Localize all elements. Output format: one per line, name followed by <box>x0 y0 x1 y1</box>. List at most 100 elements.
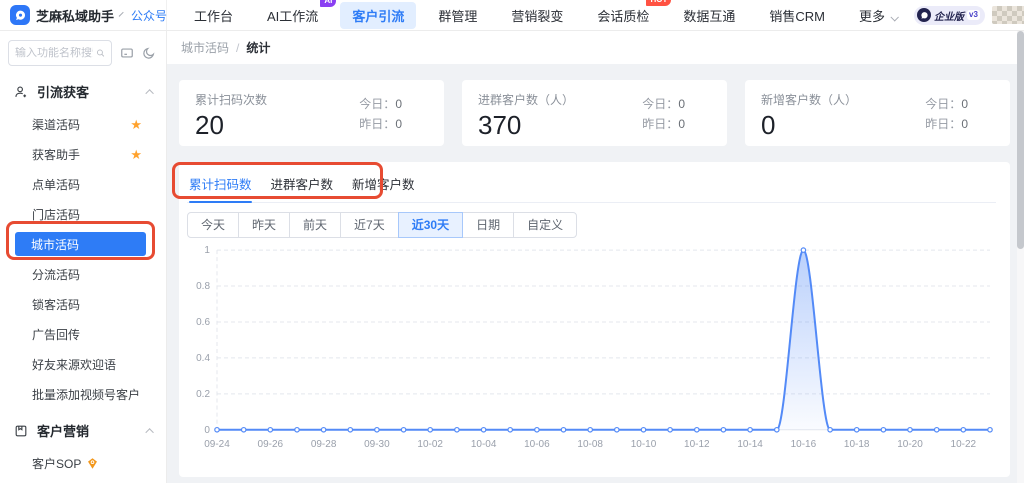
filter-last-7-days[interactable]: 近7天 <box>340 212 399 238</box>
brand-area[interactable]: 芝麻私域助手 公众号 <box>0 0 167 30</box>
moon-icon[interactable] <box>142 46 156 60</box>
sidebar-item-city-qr[interactable]: 城市活码 <box>0 229 166 259</box>
nav-chat-inspection[interactable]: 会话质检HOT <box>585 2 661 29</box>
nav-workbench[interactable]: 工作台 <box>182 2 245 29</box>
svg-text:10-14: 10-14 <box>737 439 763 450</box>
nav-ai-workflow[interactable]: AI工作流AI <box>255 2 330 29</box>
star-icon: ★ <box>130 148 142 161</box>
section-collapse-icon[interactable] <box>145 428 153 436</box>
section-collapse-icon[interactable] <box>145 89 153 97</box>
svg-text:0.8: 0.8 <box>196 281 210 292</box>
svg-text:10-02: 10-02 <box>417 439 443 450</box>
account-type-link[interactable]: 公众号 <box>131 7 167 24</box>
ai-badge: AI <box>320 0 336 7</box>
tab-total-scans[interactable]: 累计扫码数 <box>189 174 252 202</box>
edition-label: 企业版 <box>934 8 964 23</box>
sidebar-item-customer-sop[interactable]: 客户SOP <box>0 448 166 478</box>
svg-text:0: 0 <box>204 425 210 436</box>
sidebar-item-lock-customer-qr[interactable]: 锁客活码 <box>0 289 166 319</box>
header-right: 企业版 v3 <box>914 6 1024 25</box>
sidebar-item-friend-source-welcome[interactable]: 好友来源欢迎语 <box>0 349 166 379</box>
filter-custom[interactable]: 自定义 <box>513 212 577 238</box>
svg-text:10-22: 10-22 <box>951 439 977 450</box>
edition-version: v3 <box>967 10 980 20</box>
nav-data-exchange[interactable]: 数据互通 <box>671 2 747 29</box>
stat-value: 370 <box>478 111 574 140</box>
user-name-redacted <box>992 6 1024 24</box>
stat-title: 累计扫码次数 <box>195 91 267 108</box>
search-input[interactable] <box>15 47 93 59</box>
user-plus-icon <box>14 85 28 99</box>
sidebar-item-store-qr[interactable]: 门店活码 <box>0 199 166 229</box>
breadcrumb-current: 统计 <box>246 39 270 56</box>
filter-day-before[interactable]: 前天 <box>289 212 341 238</box>
tab-new-customers[interactable]: 新增客户数 <box>352 174 415 202</box>
sidebar-section-acquisition[interactable]: 引流获客 <box>0 74 166 109</box>
app-logo-icon <box>10 5 30 25</box>
svg-text:10-18: 10-18 <box>844 439 870 450</box>
section-label: 引流获客 <box>37 82 89 101</box>
svg-text:10-06: 10-06 <box>524 439 550 450</box>
gem-icon <box>86 457 99 470</box>
app-title: 芝麻私域助手 <box>36 6 114 25</box>
stat-card-new-customers: 新增客户数（人） 0 今日：0 昨日：0 <box>745 80 1010 146</box>
filter-last-30-days[interactable]: 近30天 <box>398 212 463 238</box>
date-filter-group: 今天 昨天 前天 近7天 近30天 日期 自定义 <box>187 212 996 238</box>
hot-badge: HOT <box>646 0 671 6</box>
breadcrumb: 城市活码 / 统计 <box>167 31 1024 64</box>
sidebar-item-customer-broadcast[interactable]: 客户群发 <box>0 478 166 483</box>
stat-side: 今日：0 昨日：0 <box>642 94 685 134</box>
svg-text:09-24: 09-24 <box>204 439 230 450</box>
sidebar-item-split-qr[interactable]: 分流活码 <box>0 259 166 289</box>
filter-today[interactable]: 今天 <box>187 212 239 238</box>
svg-text:10-08: 10-08 <box>577 439 603 450</box>
scrollbar-thumb[interactable] <box>1017 31 1024 249</box>
sidebar-search-row <box>0 31 166 74</box>
stat-title: 新增客户数（人） <box>761 91 857 108</box>
sidebar-search-box <box>8 40 112 66</box>
svg-text:09-26: 09-26 <box>258 439 284 450</box>
svg-text:0.6: 0.6 <box>196 317 210 328</box>
sidebar-item-ad-callback[interactable]: 广告回传 <box>0 319 166 349</box>
app-window: 芝麻私域助手 公众号 工作台 AI工作流AI 客户引流 群管理 营销裂变 会话质… <box>0 0 1024 483</box>
star-icon: ★ <box>130 118 142 131</box>
stat-title: 进群客户数（人） <box>478 91 574 108</box>
search-icon <box>96 47 105 59</box>
tab-group-customers[interactable]: 进群客户数 <box>271 174 334 202</box>
stat-card-group-customers: 进群客户数（人） 370 今日：0 昨日：0 <box>462 80 727 146</box>
top-navbar: 芝麻私域助手 公众号 工作台 AI工作流AI 客户引流 群管理 营销裂变 会话质… <box>0 0 1024 31</box>
chart-area: 00.20.40.60.8109-2409-2609-2809-3010-021… <box>187 242 996 459</box>
svg-text:10-16: 10-16 <box>791 439 817 450</box>
sidebar-item-channel-qr[interactable]: 渠道活码 ★ <box>0 109 166 139</box>
filter-yesterday[interactable]: 昨天 <box>238 212 290 238</box>
nav-marketing-fission[interactable]: 营销裂变 <box>499 2 575 29</box>
scrollbar-track[interactable] <box>1017 31 1024 483</box>
panel-icon[interactable] <box>120 46 134 60</box>
folder-icon <box>14 424 28 438</box>
sidebar-section-marketing[interactable]: 客户营销 <box>0 413 166 448</box>
section-label: 客户营销 <box>37 421 89 440</box>
edition-logo-icon <box>917 8 931 22</box>
svg-text:09-30: 09-30 <box>364 439 390 450</box>
nav-customer-acquisition[interactable]: 客户引流 <box>340 2 416 29</box>
sidebar-item-order-qr[interactable]: 点单活码 <box>0 169 166 199</box>
stat-side: 今日：0 昨日：0 <box>359 94 402 134</box>
sidebar-item-acquisition-assistant[interactable]: 获客助手 ★ <box>0 139 166 169</box>
metric-tabs: 累计扫码数 进群客户数 新增客户数 <box>187 172 996 203</box>
nav-more[interactable]: 更多 <box>847 2 909 29</box>
nav-sales-crm[interactable]: 销售CRM <box>757 2 837 29</box>
stat-card-scan-count: 累计扫码次数 20 今日：0 昨日：0 <box>179 80 444 146</box>
svg-text:09-28: 09-28 <box>311 439 337 450</box>
nav-group-management[interactable]: 群管理 <box>426 2 489 29</box>
stat-side: 今日：0 昨日：0 <box>925 94 968 134</box>
edition-badge: 企业版 v3 <box>914 6 985 25</box>
svg-text:10-12: 10-12 <box>684 439 710 450</box>
breadcrumb-parent[interactable]: 城市活码 <box>181 39 229 56</box>
sidebar-item-batch-add-video-customers[interactable]: 批量添加视频号客户 <box>0 379 166 409</box>
more-chevron-down-icon <box>890 13 898 21</box>
sidebar: 引流获客 渠道活码 ★ 获客助手 ★ 点单活码 门店活码 城市活码 分流活码 锁… <box>0 31 167 483</box>
filter-date[interactable]: 日期 <box>462 212 514 238</box>
main-nav: 工作台 AI工作流AI 客户引流 群管理 营销裂变 会话质检HOT 数据互通 销… <box>177 2 914 29</box>
brand-chevron-down-icon[interactable] <box>119 12 124 17</box>
svg-text:10-20: 10-20 <box>897 439 923 450</box>
